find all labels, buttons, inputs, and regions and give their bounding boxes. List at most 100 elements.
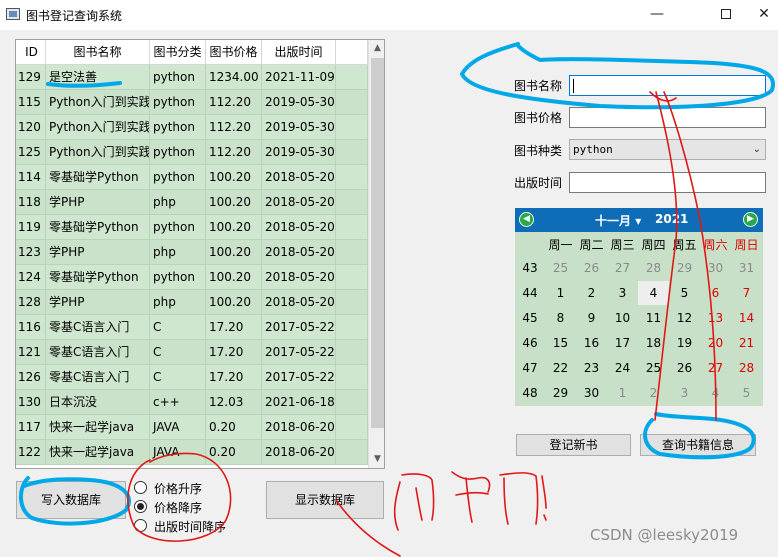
calendar-day[interactable]: 15 [545,331,576,355]
calendar-day[interactable]: 11 [638,306,669,330]
cell-name[interactable]: 学PHP [46,190,150,215]
cell-category[interactable]: JAVA [150,415,206,440]
cell-name[interactable]: 零基C语言入门 [46,315,150,340]
calendar-day[interactable]: 5 [731,381,762,405]
calendar-day[interactable]: 12 [669,306,700,330]
close-button[interactable]: ✕ [750,0,778,30]
table-row[interactable]: 120 Python入门到实践 python 112.20 2019-05-30 [16,115,368,140]
calendar-day[interactable]: 14 [731,306,762,330]
cell-id[interactable]: 124 [16,265,46,290]
column-header-category[interactable]: 图书分类 [150,40,206,64]
type-select[interactable]: python ⌄ [569,139,766,160]
cell-price[interactable]: 100.20 [206,190,262,215]
calendar-day[interactable]: 3 [669,381,700,405]
cell-date[interactable]: 2017-05-22 [262,315,336,340]
calendar-day[interactable]: 20 [700,331,731,355]
cell-category[interactable]: C [150,315,206,340]
vertical-scrollbar[interactable]: ▲ ▼ [368,40,384,468]
query-book-button[interactable]: 查询书籍信息 [640,434,756,456]
column-header-id[interactable]: ID [16,40,46,64]
cell-price[interactable]: 100.20 [206,165,262,190]
calendar-day[interactable]: 1 [607,381,638,405]
price-input[interactable] [569,107,766,128]
calendar-day[interactable]: 17 [607,331,638,355]
book-table[interactable]: ID 图书名称 图书分类 图书价格 出版时间 129 是空法善 python 1234… [15,39,385,469]
cell-name[interactable]: 快来一起学java [46,415,150,440]
cell-name[interactable]: Python入门到实践 [46,90,150,115]
cell-category[interactable]: C [150,340,206,365]
table-row[interactable]: 126 零基C语言入门 C 17.20 2017-05-22 [16,365,368,390]
cell-price[interactable]: 17.20 [206,315,262,340]
cell-id[interactable]: 126 [16,365,46,390]
cell-category[interactable]: php [150,290,206,315]
table-row[interactable]: 115 Python入门到实践 python 112.20 2019-05-30 [16,90,368,115]
cell-date[interactable]: 2019-05-30 [262,115,336,140]
cell-date[interactable]: 2018-05-20 [262,165,336,190]
cell-category[interactable]: python [150,215,206,240]
cell-price[interactable]: 112.20 [206,115,262,140]
calendar-day[interactable]: 21 [731,331,762,355]
table-row[interactable]: 128 学PHP php 100.20 2018-05-20 [16,290,368,315]
cell-name[interactable]: 是空法善 [46,65,150,90]
cell-date[interactable]: 2018-05-20 [262,240,336,265]
table-row[interactable]: 129 是空法善 python 1234.00 2021-11-09 [16,65,368,90]
calendar-day[interactable]: 9 [576,306,607,330]
table-row[interactable]: 122 快来一起学java JAVA 0.20 2018-06-20 [16,440,368,465]
cell-name[interactable]: 零基础学Python [46,215,150,240]
column-header-price[interactable]: 图书价格 [206,40,262,64]
cell-name[interactable]: 日本沉没 [46,390,150,415]
calendar-day[interactable]: 6 [700,281,731,305]
calendar-day[interactable]: 25 [545,256,576,280]
table-row[interactable]: 114 零基础学Python python 100.20 2018-05-20 [16,165,368,190]
cell-id[interactable]: 117 [16,415,46,440]
cell-price[interactable]: 100.20 [206,290,262,315]
calendar-day[interactable]: 30 [700,256,731,280]
calendar-day[interactable]: 31 [731,256,762,280]
register-book-button[interactable]: 登记新书 [516,434,631,456]
cell-id[interactable]: 122 [16,440,46,465]
cell-id[interactable]: 114 [16,165,46,190]
calendar-next-month-icon[interactable]: ▶ [743,212,758,227]
calendar-prev-month-icon[interactable]: ◀ [519,212,534,227]
maximize-button[interactable] [703,0,749,30]
table-row[interactable]: 121 零基C语言入门 C 17.20 2017-05-22 [16,340,368,365]
cell-category[interactable]: c++ [150,390,206,415]
cell-price[interactable]: 0.20 [206,415,262,440]
calendar-day[interactable]: 18 [638,331,669,355]
cell-name[interactable]: Python入门到实践 [46,115,150,140]
calendar-day[interactable]: 4 [700,381,731,405]
cell-price[interactable]: 12.03 [206,390,262,415]
cell-date[interactable]: 2021-06-18 [262,390,336,415]
cell-category[interactable]: python [150,115,206,140]
cell-category[interactable]: C [150,365,206,390]
cell-name[interactable]: 学PHP [46,240,150,265]
cell-id[interactable]: 118 [16,190,46,215]
minimize-button[interactable]: — [634,0,680,30]
table-row[interactable]: 123 学PHP php 100.20 2018-05-20 [16,240,368,265]
calendar-day[interactable]: 4 [638,281,669,305]
calendar-day[interactable]: 29 [669,256,700,280]
calendar-month[interactable]: 十一月 ▾ [595,212,641,229]
table-row[interactable]: 124 零基础学Python python 100.20 2018-05-20 [16,265,368,290]
cell-name[interactable]: 零基C语言入门 [46,340,150,365]
cell-price[interactable]: 17.20 [206,365,262,390]
calendar-day[interactable]: 22 [545,356,576,380]
radio-icon[interactable] [134,519,147,532]
cell-name[interactable]: Python入门到实践 [46,140,150,165]
cell-category[interactable]: JAVA [150,440,206,465]
calendar-day[interactable]: 10 [607,306,638,330]
name-input[interactable] [569,75,766,96]
radio-checked-icon[interactable] [134,500,147,513]
calendar-day[interactable]: 16 [576,331,607,355]
cell-id[interactable]: 125 [16,140,46,165]
calendar-day[interactable]: 25 [638,356,669,380]
cell-date[interactable]: 2018-06-20 [262,415,336,440]
calendar-day[interactable]: 24 [607,356,638,380]
calendar-day[interactable]: 26 [576,256,607,280]
table-row[interactable]: 130 日本沉没 c++ 12.03 2021-06-18 [16,390,368,415]
cell-id[interactable]: 115 [16,90,46,115]
cell-id[interactable]: 120 [16,115,46,140]
table-row[interactable]: 119 零基础学Python python 100.20 2018-05-20 [16,215,368,240]
write-database-button[interactable]: 写入数据库 [16,481,126,519]
cell-date[interactable]: 2017-05-22 [262,365,336,390]
